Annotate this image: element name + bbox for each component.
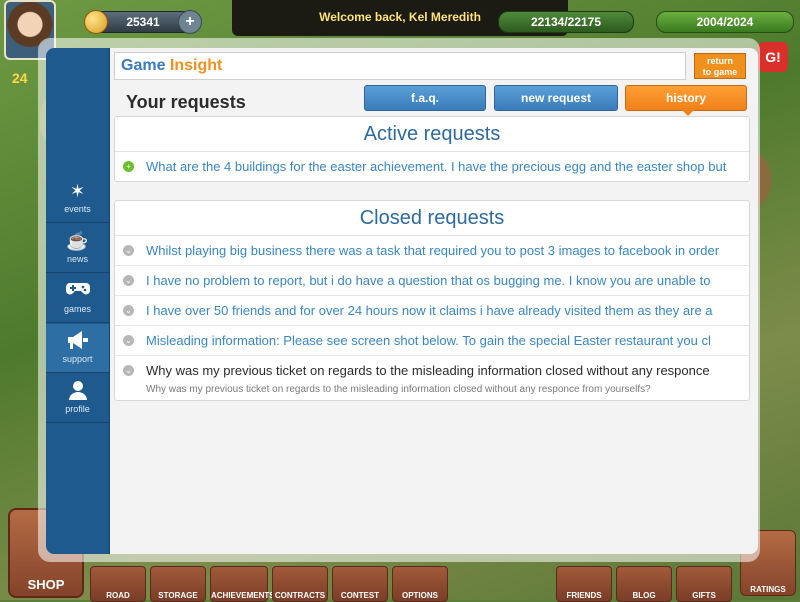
sidebar-item-support[interactable]: support bbox=[46, 324, 109, 373]
page-title: Your requests bbox=[126, 92, 246, 112]
request-subject: Whilst playing big business there was a … bbox=[146, 243, 720, 258]
megaphone-icon bbox=[66, 330, 90, 352]
list-item[interactable]: + What are the 4 buildings for the easte… bbox=[115, 152, 749, 181]
game-insight-corner-icon[interactable]: G! bbox=[758, 42, 788, 72]
return-label-line1: return bbox=[706, 56, 733, 66]
sidebar-item-label: profile bbox=[65, 404, 90, 414]
chevron-down-icon: ⌄ bbox=[123, 275, 134, 286]
gamepad-icon bbox=[65, 280, 90, 302]
toolbar-friends-button[interactable]: FRIENDS bbox=[556, 566, 612, 602]
toolbar-label: BLOG bbox=[632, 591, 656, 600]
active-requests-heading: Active requests bbox=[115, 117, 749, 152]
toolbar-label: RATINGS bbox=[750, 585, 786, 594]
toolbar-label: ROAD bbox=[106, 591, 130, 600]
sidebar-item-games[interactable]: games bbox=[46, 274, 109, 323]
toolbar-label: OPTIONS bbox=[401, 591, 438, 600]
energy-counter: 2004/2024 bbox=[656, 11, 794, 33]
toolbar-label: CONTRACTS bbox=[274, 591, 326, 600]
toolbar-achievements-button[interactable]: ACHIEVEMENTS bbox=[210, 566, 275, 602]
coin-icon bbox=[84, 10, 108, 34]
toolbar-label: CONTEST bbox=[340, 591, 380, 600]
request-subject: Why was my previous ticket on regards to… bbox=[146, 363, 710, 378]
chevron-down-icon: ⌄ bbox=[123, 305, 134, 316]
request-subject: What are the 4 buildings for the easter … bbox=[146, 159, 727, 174]
toolbar-blog-button[interactable]: BLOG bbox=[616, 566, 672, 602]
toolbar-options-button[interactable]: OPTIONS bbox=[392, 566, 448, 602]
person-icon bbox=[66, 380, 90, 402]
tab-faq[interactable]: f.a.q. bbox=[364, 85, 486, 111]
hud-top-bar: 25341 + Welcome back, Kel Meredith 22134… bbox=[0, 0, 800, 60]
toolbar-label: FRIENDS bbox=[566, 591, 602, 600]
active-requests-box: Active requests + What are the 4 buildin… bbox=[114, 116, 750, 182]
sidebar-item-label: news bbox=[66, 254, 88, 264]
population-counter: 22134/22175 bbox=[498, 11, 634, 33]
add-coins-button[interactable]: + bbox=[178, 10, 202, 34]
list-item[interactable]: ⌄ I have no problem to report, but i do … bbox=[115, 266, 749, 296]
toolbar-storage-button[interactable]: STORAGE bbox=[150, 566, 206, 602]
request-subject: I have no problem to report, but i do ha… bbox=[146, 273, 711, 288]
sidebar-item-label: games bbox=[63, 304, 91, 314]
chevron-down-icon: ⌄ bbox=[123, 335, 134, 346]
list-item[interactable]: ⌄ I have over 50 friends and for over 24… bbox=[115, 296, 749, 326]
toolbar-label: ACHIEVEMENTS bbox=[211, 591, 275, 600]
logo-text-game: Game bbox=[121, 57, 166, 74]
request-detail: Why was my previous ticket on regards to… bbox=[146, 384, 651, 395]
toolbar-road-button[interactable]: ROAD bbox=[90, 566, 146, 602]
support-panel: ✶ events ☕ news games support profile Ga… bbox=[46, 48, 758, 554]
request-subject: Misleading information: Please see scree… bbox=[146, 333, 711, 348]
tab-new-request[interactable]: new request bbox=[494, 85, 618, 111]
list-item[interactable]: ⌄ Misleading information: Please see scr… bbox=[115, 326, 749, 356]
tab-history[interactable]: history bbox=[625, 85, 747, 111]
chevron-down-icon: ⌄ bbox=[123, 365, 134, 376]
list-item[interactable]: ⌄ Whilst playing big business there was … bbox=[115, 236, 749, 266]
list-item-expanded[interactable]: ⌄ Why was my previous ticket on regards … bbox=[115, 356, 749, 400]
coffee-icon: ☕ bbox=[66, 231, 89, 251]
toolbar-contest-button[interactable]: CONTEST bbox=[332, 566, 388, 602]
level-badge: 24 bbox=[12, 70, 28, 86]
brand-bar: Game Insight bbox=[114, 52, 686, 80]
toolbar-label: GIFTS bbox=[692, 591, 716, 600]
closed-requests-box: Closed requests ⌄ Whilst playing big bus… bbox=[114, 200, 750, 401]
toolbar-label: STORAGE bbox=[158, 591, 198, 600]
sidebar-item-events[interactable]: ✶ events bbox=[46, 174, 109, 223]
sidebar-item-label: events bbox=[64, 204, 91, 214]
return-label-line2: to game bbox=[702, 67, 738, 77]
sidebar-item-profile[interactable]: profile bbox=[46, 374, 109, 423]
sidebar-item-news[interactable]: ☕ news bbox=[46, 224, 109, 273]
closed-requests-heading: Closed requests bbox=[115, 201, 749, 236]
toolbar-gifts-button[interactable]: GIFTS bbox=[676, 566, 732, 602]
game-insight-logo: Game Insight bbox=[121, 57, 222, 75]
toolbar-contracts-button[interactable]: CONTRACTS bbox=[272, 566, 328, 602]
stars-icon: ✶ bbox=[69, 181, 86, 201]
request-subject: I have over 50 friends and for over 24 h… bbox=[146, 303, 713, 318]
plus-icon: + bbox=[123, 161, 134, 172]
chevron-down-icon: ⌄ bbox=[123, 245, 134, 256]
bottom-toolbar: ROAD STORAGE ACHIEVEMENTS CONTRACTS CONT… bbox=[0, 560, 800, 602]
sidebar-item-label: support bbox=[62, 354, 93, 364]
support-content: Game Insight return to game Your request… bbox=[110, 48, 758, 554]
sidebar: ✶ events ☕ news games support profile bbox=[46, 48, 110, 554]
logo-text-insight: Insight bbox=[169, 57, 223, 74]
return-to-game-button[interactable]: return to game bbox=[694, 53, 746, 79]
